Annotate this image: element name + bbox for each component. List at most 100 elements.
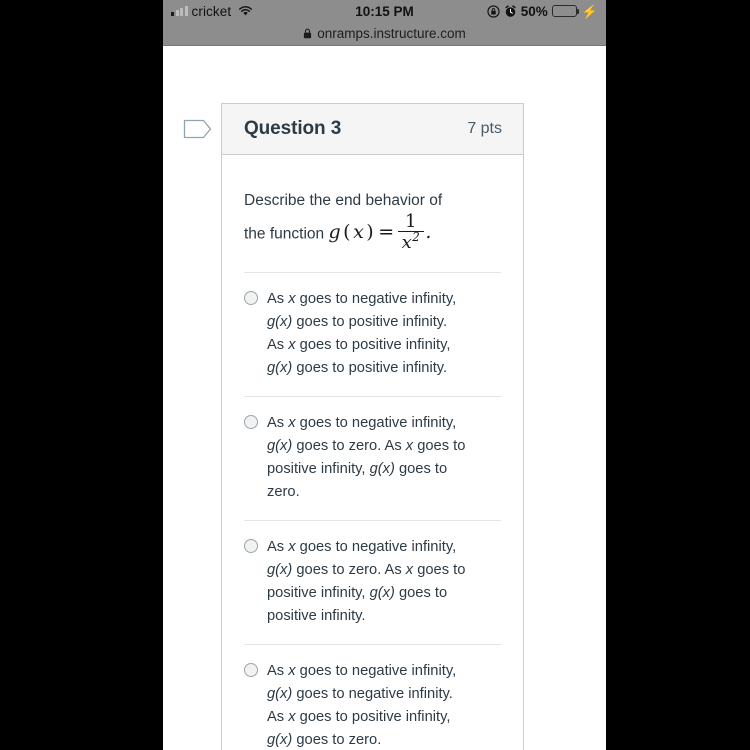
answer-text-segment: zero.: [267, 484, 300, 501]
answer-text-line: g(x) goes to zero.: [267, 729, 501, 750]
answer-text-segment: goes to negative infinity,: [295, 663, 457, 680]
math-variable-inline: g(x): [267, 562, 293, 579]
prompt-line-2: the function g(x) = 1 x2.: [244, 211, 501, 254]
question-card-body: Describe the end behavior of the functio…: [222, 155, 523, 750]
answer-text-segment: As: [267, 709, 289, 726]
answer-text-segment: As: [267, 291, 289, 308]
answer-text-line: g(x) goes to positive infinity.: [267, 311, 501, 334]
prompt-line-2-text: the function: [244, 224, 325, 242]
math-variable-inline: x: [288, 663, 296, 680]
question-title: Question 3: [244, 118, 342, 139]
answer-text-segment: As: [267, 415, 289, 432]
math-variable: x: [353, 220, 365, 243]
math-variable-inline: x: [288, 337, 296, 354]
math-numerator: 1: [405, 210, 417, 232]
screen-root: cricket 10:15 PM 50% ⚡ onramps.instructu…: [0, 0, 750, 750]
math-variable-inline: g(x): [267, 686, 293, 703]
radio-unselected-icon[interactable]: [244, 663, 258, 678]
answer-text-segment: positive infinity.: [267, 608, 366, 625]
math-function-name: g: [328, 220, 342, 243]
answer-text-line: positive infinity, g(x) goes to: [267, 458, 501, 481]
signal-bars-icon: [171, 6, 188, 16]
answer-text-segment: goes to negative infinity,: [295, 539, 457, 556]
math-equals: =: [378, 220, 395, 243]
rotation-lock-icon: [487, 4, 500, 18]
answer-text-line: g(x) goes to positive infinity.: [267, 357, 501, 380]
answer-text-segment: goes to negative infinity.: [292, 686, 453, 703]
answer-options-list: As x goes to negative infinity, g(x) goes…: [244, 272, 501, 750]
math-variable-inline: g(x): [267, 360, 293, 377]
alarm-clock-icon: [504, 4, 517, 18]
answer-option-text: As x goes to negative infinity, g(x) goes…: [267, 536, 501, 628]
answer-text-line: As x goes to negative infinity,: [267, 288, 501, 311]
answer-option[interactable]: As x goes to negative infinity, g(x) goes…: [244, 520, 501, 644]
answer-text-line: positive infinity.: [267, 605, 501, 628]
answer-text-line: As x goes to negative infinity,: [267, 660, 501, 683]
math-denominator-exponent: 2: [412, 229, 421, 244]
question-points: 7 pts: [467, 120, 502, 137]
answer-text-line: zero.: [267, 481, 501, 504]
answer-option[interactable]: As x goes to negative infinity, g(x) goes…: [244, 272, 501, 396]
math-paren-close: ): [366, 220, 375, 243]
answer-text-segment: goes to: [413, 438, 466, 455]
answer-text-line: As x goes to negative infinity,: [267, 412, 501, 435]
answer-text-segment: goes to negative infinity,: [295, 415, 457, 432]
math-variable-inline: g(x): [267, 314, 293, 331]
answer-text-segment: goes to zero.: [292, 732, 382, 749]
radio-unselected-icon[interactable]: [244, 415, 258, 430]
math-variable-inline: x: [288, 539, 296, 556]
answer-option[interactable]: As x goes to negative infinity, g(x) goes…: [244, 396, 501, 520]
status-bar-right: 50% ⚡: [487, 4, 598, 19]
answer-text-segment: As: [267, 337, 289, 354]
answer-text-segment: goes to negative infinity,: [295, 291, 457, 308]
browser-url-bar[interactable]: onramps.instructure.com: [163, 22, 606, 46]
math-denominator-base: x: [401, 231, 413, 253]
lock-icon: [303, 28, 312, 39]
math-variable-inline: g(x): [267, 438, 293, 455]
answer-text-segment: As: [267, 539, 289, 556]
answer-text-line: As x goes to positive infinity,: [267, 706, 501, 729]
answer-text-segment: positive infinity,: [267, 461, 370, 478]
answer-text-segment: positive infinity,: [267, 585, 370, 602]
answer-option-text: As x goes to negative infinity, g(x) goes…: [267, 412, 501, 504]
quiz-page: Question 3 7 pts Describe the end behavi…: [163, 46, 606, 750]
answer-text-line: As x goes to negative infinity,: [267, 536, 501, 559]
radio-unselected-icon[interactable]: [244, 291, 258, 306]
math-expression: g(x) = 1 x2.: [328, 211, 432, 252]
answer-option-text: As x goes to negative infinity, g(x) goes…: [267, 288, 501, 380]
answer-text-segment: goes to positive infinity.: [292, 360, 448, 377]
answer-text-segment: goes to positive infinity,: [295, 337, 451, 354]
url-text: onramps.instructure.com: [317, 26, 466, 41]
prompt-line-1: Describe the end behavior of: [244, 192, 443, 209]
math-denominator: x2: [397, 229, 425, 253]
answer-text-segment: goes to zero. As: [292, 562, 406, 579]
answer-option[interactable]: As x goes to negative infinity, g(x) goes…: [244, 644, 501, 750]
lightning-bolt-icon: ⚡: [581, 3, 598, 19]
ios-status-bar: cricket 10:15 PM 50% ⚡: [163, 0, 606, 22]
battery-percent-label: 50%: [520, 3, 548, 19]
answer-text-line: g(x) goes to zero. As x goes to: [267, 435, 501, 458]
carrier-label: cricket: [191, 3, 232, 19]
answer-text-segment: goes to positive infinity,: [295, 709, 451, 726]
math-variable-inline: g(x): [369, 461, 395, 478]
math-variable-inline: g(x): [369, 585, 395, 602]
battery-icon: [551, 5, 580, 17]
math-variable-inline: x: [288, 291, 296, 308]
answer-text-segment: goes to positive infinity.: [292, 314, 448, 331]
answer-text-segment: goes to: [413, 562, 466, 579]
math-variable-inline: x: [288, 709, 296, 726]
wifi-icon: [235, 5, 253, 17]
radio-unselected-icon[interactable]: [244, 539, 258, 554]
status-bar-left: cricket: [171, 4, 253, 19]
question-card-header: Question 3 7 pts: [222, 104, 523, 155]
math-paren-open: (: [343, 220, 352, 243]
question-prompt: Describe the end behavior of the functio…: [244, 155, 501, 261]
answer-text-line: positive infinity, g(x) goes to: [267, 582, 501, 605]
math-variable-inline: g(x): [267, 732, 293, 749]
answer-text-line: g(x) goes to negative infinity.: [267, 683, 501, 706]
answer-text-segment: goes to: [394, 461, 448, 478]
answer-text-segment: As: [267, 663, 289, 680]
answer-text-line: g(x) goes to zero. As x goes to: [267, 559, 501, 582]
math-trailing-period: .: [425, 220, 432, 243]
phone-viewport: cricket 10:15 PM 50% ⚡ onramps.instructu…: [163, 0, 606, 750]
